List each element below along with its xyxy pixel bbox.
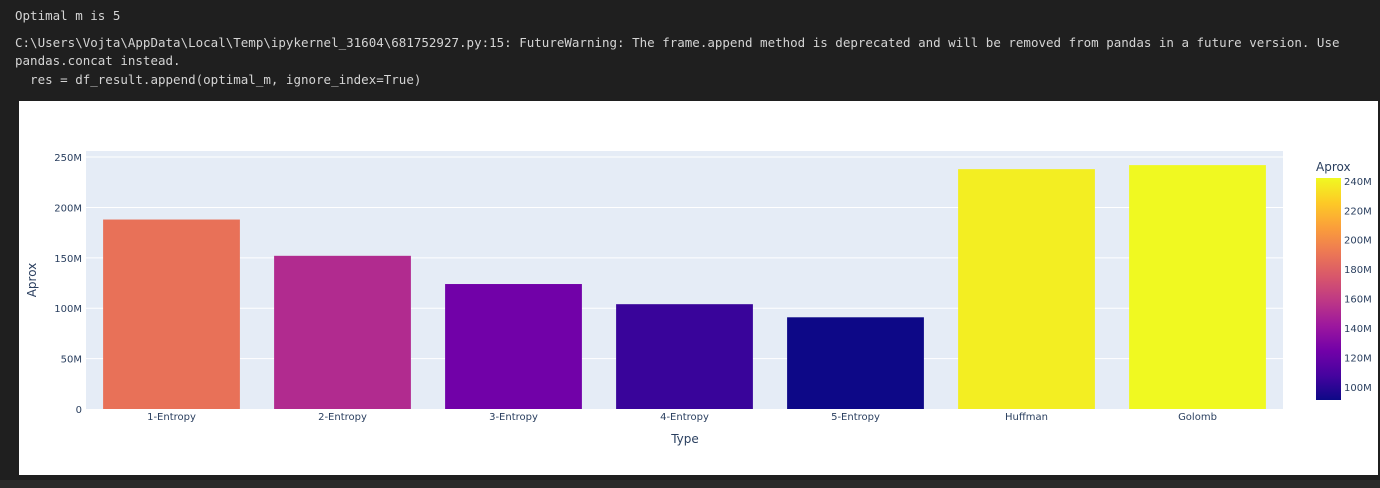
bar-2-entropy[interactable]: [274, 255, 411, 409]
bar-chart: 0 50M 100M 150M 200M 250M 1-Entropy 2-Entropy 3…: [25, 151, 1372, 446]
x-tick-label: 5-Entropy: [831, 412, 880, 423]
bar-3-entropy[interactable]: [445, 284, 582, 409]
bar-huffman[interactable]: [958, 169, 1095, 409]
warning-line-1: C:\Users\Vojta\AppData\Local\Temp\ipyker…: [15, 35, 1340, 50]
warning-line-3: res = df_result.append(optimal_m, ignore…: [15, 72, 422, 87]
cell-divider: [0, 480, 1380, 488]
colorbar-tick-label: 100M: [1344, 383, 1372, 394]
colorbar-tick-label: 180M: [1344, 265, 1372, 276]
x-tick-label: 3-Entropy: [489, 412, 538, 423]
colorbar-tick-label: 220M: [1344, 206, 1372, 217]
y-tick-label: 200M: [54, 203, 82, 214]
y-tick-label: 50M: [61, 355, 82, 366]
x-axis-title: Type: [670, 432, 699, 446]
colorbar-tick-label: 160M: [1344, 295, 1372, 306]
output-line-optimal: Optimal m is 5: [15, 8, 121, 23]
x-tick-label: Golomb: [1178, 412, 1217, 423]
bar-golomb[interactable]: [1129, 165, 1266, 409]
colorbar-tick-label: 140M: [1344, 324, 1372, 335]
y-tick-label: 100M: [54, 304, 82, 315]
plot-area: 0 50M 100M 150M 200M 250M 1-Entropy 2-Entropy 3…: [19, 101, 1378, 475]
x-tick-label: 1-Entropy: [147, 412, 196, 423]
bar-4-entropy[interactable]: [616, 304, 753, 409]
y-axis-title: Aprox: [25, 263, 39, 298]
bar-1-entropy[interactable]: [103, 219, 240, 409]
colorbar-tick-label: 120M: [1344, 353, 1372, 364]
y-tick-label: 150M: [54, 254, 82, 265]
colorbar-title: Aprox: [1316, 160, 1351, 174]
warning-line-2: pandas.concat instead.: [15, 53, 181, 68]
x-tick-label: Huffman: [1005, 412, 1048, 423]
x-tick-label: 2-Entropy: [318, 412, 367, 423]
y-tick-label: 0: [76, 405, 82, 416]
y-tick-label: 250M: [54, 153, 82, 164]
bar-5-entropy[interactable]: [787, 317, 924, 409]
colorbar-tick-label: 200M: [1344, 236, 1372, 247]
x-tick-label: 4-Entropy: [660, 412, 709, 423]
colorbar-tick-label: 240M: [1344, 177, 1372, 188]
colorbar: [1316, 178, 1341, 400]
